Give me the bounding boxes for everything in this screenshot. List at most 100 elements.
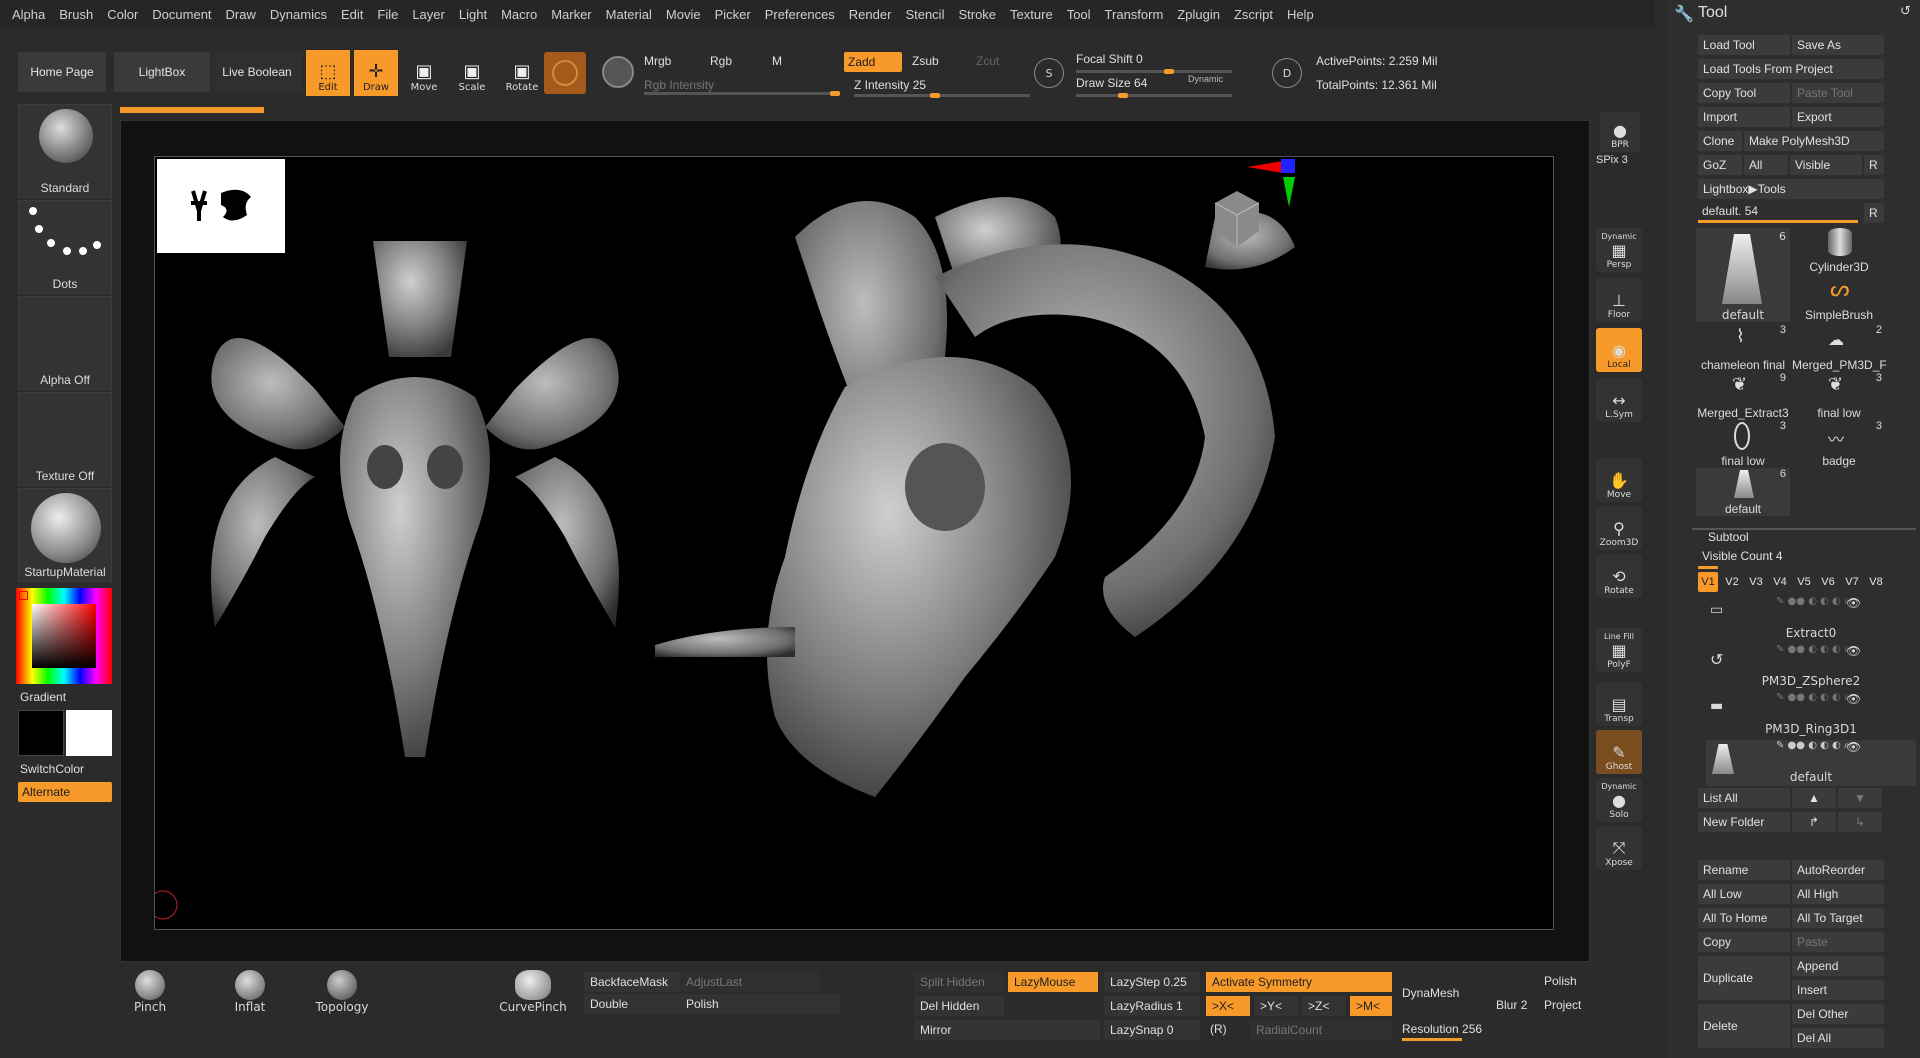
xpose-button[interactable]: ⤧ Xpose (1596, 826, 1642, 870)
tool-thumb-final-low-2[interactable]: 3 final low (1696, 420, 1790, 468)
z-intensity-track[interactable] (854, 94, 1030, 97)
new-folder-button[interactable]: New Folder (1698, 812, 1790, 832)
blur-slider[interactable]: Blur 2 (1496, 998, 1527, 1012)
y-symmetry-button[interactable]: >Y< (1254, 996, 1298, 1016)
mirror-button[interactable]: Mirror (914, 1020, 1100, 1040)
focal-shift-track[interactable] (1076, 70, 1232, 73)
mrgb-button[interactable]: Mrgb (644, 54, 671, 68)
goz-visible-button[interactable]: Visible (1790, 155, 1862, 175)
del-other-button[interactable]: Del Other (1792, 1004, 1884, 1024)
ghost-button[interactable]: ✎ Ghost (1596, 730, 1642, 774)
gradient-button[interactable]: Gradient (20, 690, 66, 704)
pinch-brush-button[interactable]: Pinch (120, 970, 180, 1020)
eye-icon[interactable]: 👁 (1846, 692, 1861, 706)
move-up-icon[interactable]: ▲ (1792, 788, 1836, 808)
redirect-down-icon[interactable]: ↳ (1838, 812, 1882, 832)
menu-item-file[interactable]: File (377, 7, 398, 22)
dynamic-button[interactable]: Dynamic (1188, 74, 1223, 84)
solo-button[interactable]: Dynamic ● Solo (1596, 778, 1642, 822)
zoom3d-button[interactable]: ⚲ Zoom3D (1596, 506, 1642, 550)
texture-selector[interactable]: Texture Off (18, 392, 112, 486)
rotate-button[interactable]: ▣ Rotate (500, 50, 544, 96)
goz-all-button[interactable]: All (1744, 155, 1788, 175)
menu-item-marker[interactable]: Marker (551, 7, 591, 22)
x-symmetry-button[interactable]: >X< (1206, 996, 1250, 1016)
goz-button[interactable]: GoZ (1698, 155, 1742, 175)
edit-button[interactable]: ⬚ Edit (306, 50, 350, 96)
z-intensity-knob[interactable] (930, 93, 940, 98)
menu-item-dynamics[interactable]: Dynamics (270, 7, 327, 22)
menu-item-preferences[interactable]: Preferences (765, 7, 835, 22)
material-swatch-button[interactable] (544, 52, 586, 94)
z-symmetry-button[interactable]: >Z< (1302, 996, 1346, 1016)
main-color-swatch[interactable] (18, 710, 64, 756)
m-symmetry-button[interactable]: >M< (1350, 996, 1392, 1016)
tool-thumb-cylinder3d[interactable]: Cylinder3D (1792, 226, 1886, 274)
rgb-button[interactable]: Rgb (710, 54, 732, 68)
duplicate-button[interactable]: Duplicate (1698, 956, 1790, 1000)
color-picker[interactable] (16, 588, 112, 684)
alpha-selector[interactable]: Alpha Off (18, 296, 112, 390)
polish-toggle-button[interactable]: Polish (1544, 974, 1577, 988)
split-hidden-button[interactable]: Split Hidden (914, 972, 1004, 992)
draw-size-slider[interactable]: Draw Size 64 (1076, 76, 1147, 90)
color-picker-square[interactable] (32, 604, 96, 668)
menu-item-brush[interactable]: Brush (59, 7, 93, 22)
m-button[interactable]: M (772, 54, 782, 68)
eye-icon[interactable]: 👁 (1846, 596, 1861, 610)
lazyradius-slider[interactable]: LazyRadius 1 (1104, 996, 1200, 1016)
redirect-icon[interactable]: ↱ (1792, 812, 1836, 832)
project-button[interactable]: Project (1544, 998, 1581, 1012)
model-viewport[interactable] (155, 157, 1555, 931)
tool-thumb-simplebrush[interactable]: ᔕ SimpleBrush (1792, 274, 1886, 322)
autoreorder-button[interactable]: AutoReorder (1792, 860, 1884, 880)
lsym-button[interactable]: ↔ L.Sym (1596, 378, 1642, 422)
menu-item-edit[interactable]: Edit (341, 7, 363, 22)
menu-item-document[interactable]: Document (152, 7, 211, 22)
focal-shift-slider[interactable]: Focal Shift 0 (1076, 52, 1143, 66)
subtool-title[interactable]: Subtool (1708, 530, 1749, 544)
rotate-view-button[interactable]: ⟲ Rotate (1596, 554, 1642, 598)
menu-item-picker[interactable]: Picker (715, 7, 751, 22)
tab-v1[interactable]: V1 (1698, 572, 1718, 592)
all-low-button[interactable]: All Low (1698, 884, 1790, 904)
rgb-intensity-knob[interactable] (830, 91, 840, 96)
draw-size-track[interactable] (1076, 94, 1232, 97)
z-intensity-slider[interactable]: Z Intensity 25 (854, 78, 926, 92)
transp-button[interactable]: ▤ Transp (1596, 682, 1642, 726)
clone-button[interactable]: Clone (1698, 131, 1742, 151)
rgb-intensity-slider[interactable] (644, 92, 840, 95)
menu-item-transform[interactable]: Transform (1105, 7, 1164, 22)
tool-thumb-chameleon[interactable]: ⌇ 3 chameleon final (1696, 324, 1790, 372)
lazymouse-button[interactable]: LazyMouse (1008, 972, 1098, 992)
lightbox-button[interactable]: LightBox (114, 52, 210, 92)
axis-gizmo[interactable] (1247, 159, 1295, 207)
s-pivot-button[interactable]: S (1034, 58, 1064, 88)
brush-selector[interactable]: Standard (18, 104, 112, 198)
subtool-toggles-icon[interactable]: ✎ ●● ◐ ◐ ◐ ⌕ (1776, 596, 1850, 607)
floor-button[interactable]: ⊥ Floor (1596, 278, 1642, 322)
menu-item-zscript[interactable]: Zscript (1234, 7, 1273, 22)
tool-thumb-merged-pm3d[interactable]: ☁ 2 Merged_PM3D_F (1792, 324, 1887, 372)
menu-item-stencil[interactable]: Stencil (905, 7, 944, 22)
adjustlast-slider[interactable]: AdjustLast (680, 972, 820, 992)
double-button[interactable]: Double (584, 994, 680, 1014)
local-button[interactable]: ◉ Local (1596, 328, 1642, 372)
copy-button[interactable]: Copy (1698, 932, 1790, 952)
current-tool-r-button[interactable]: R (1864, 203, 1884, 223)
menu-item-alpha[interactable]: Alpha (12, 7, 45, 22)
save-as-button[interactable]: Save As (1792, 35, 1884, 55)
focal-shift-knob[interactable] (1164, 69, 1174, 74)
menu-item-zplugin[interactable]: Zplugin (1177, 7, 1220, 22)
import-button[interactable]: Import (1698, 107, 1790, 127)
tab-v5[interactable]: V5 (1794, 572, 1814, 592)
activate-symmetry-button[interactable]: Activate Symmetry (1206, 972, 1392, 992)
menu-item-layer[interactable]: Layer (412, 7, 445, 22)
persp-button[interactable]: Dynamic ▦ Persp (1596, 228, 1642, 272)
resolution-slider[interactable]: Resolution 256 (1402, 1022, 1482, 1036)
live-boolean-button[interactable]: Live Boolean (212, 52, 302, 92)
color-sphere-icon[interactable] (602, 56, 634, 88)
color-picker-cursor[interactable] (19, 591, 28, 600)
load-tools-from-project-button[interactable]: Load Tools From Project (1698, 59, 1884, 79)
list-item[interactable]: ▭ ✎ ●● ◐ ◐ ◐ ⌕ 👁 Extract0 (1706, 596, 1916, 642)
